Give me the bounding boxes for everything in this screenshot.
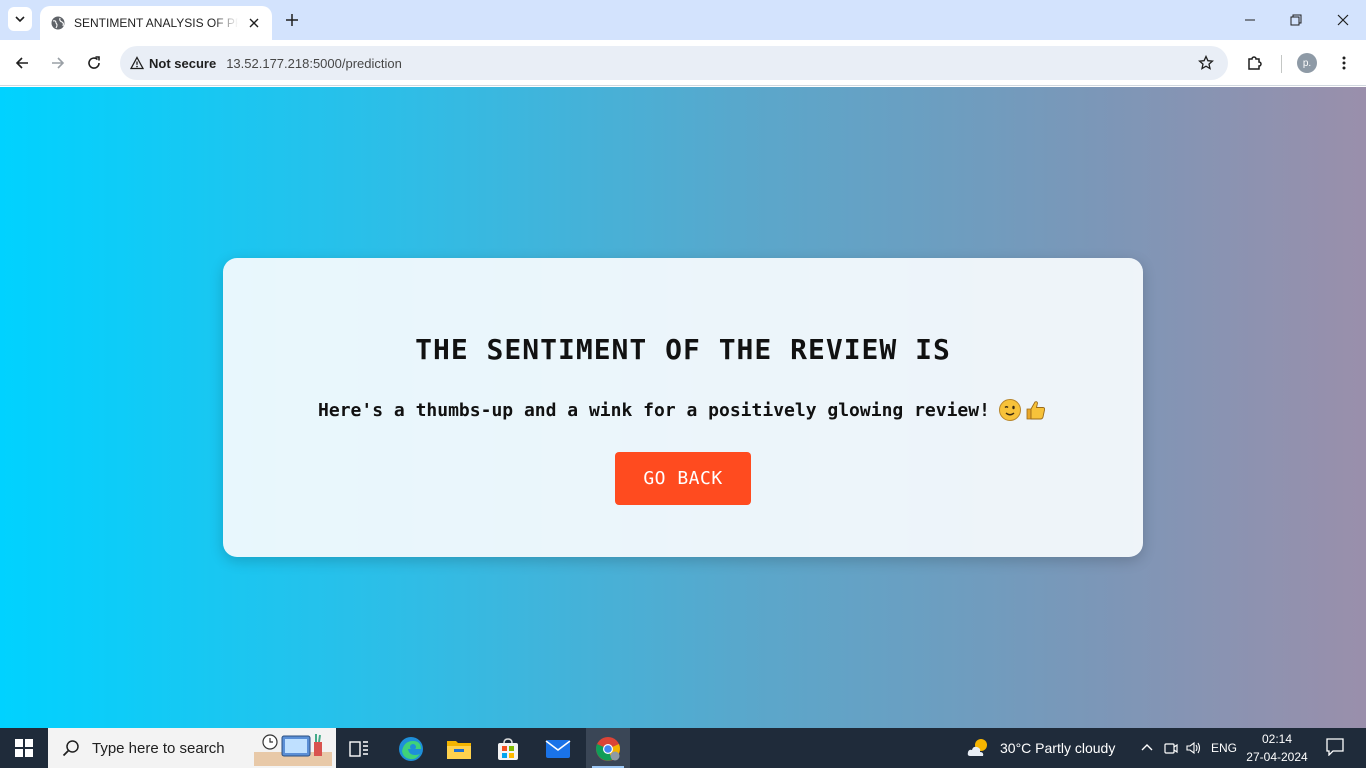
star-icon [1198,55,1214,70]
sentiment-result: Here's a thumbs-up and a wink for a posi… [318,398,1048,422]
windows-logo-icon [15,739,33,757]
result-text: Here's a thumbs-up and a wink for a posi… [318,399,990,421]
weather-text: 30°C Partly cloudy [1000,740,1116,756]
restore-icon [1290,14,1302,26]
go-back-button[interactable]: GO BACK [615,452,751,505]
globe-icon [50,15,66,31]
arrow-right-icon [52,57,65,69]
start-button[interactable] [0,728,48,768]
forward-button[interactable] [46,51,70,75]
taskbar-store[interactable] [488,732,528,766]
folder-icon [447,741,471,759]
wink-emoji-icon [998,398,1022,422]
notification-center-button[interactable] [1324,736,1346,758]
browser-menu-button[interactable] [1332,51,1356,75]
show-hidden-icons-button[interactable] [1136,728,1158,768]
taskbar-edge[interactable] [391,732,431,766]
tab-title: SENTIMENT ANALYSIS OF PRODUCT REVIEWS [74,16,238,30]
task-view-icon [349,741,368,757]
plus-icon [286,14,298,26]
page-title: THE SENTIMENT OF THE REVIEW IS [415,333,951,366]
extensions-button[interactable] [1243,51,1267,75]
taskbar-search-placeholder: Type here to search [92,739,225,757]
close-tab-icon[interactable] [246,15,262,31]
taskbar-clock[interactable]: 02:14 27-04-2024 [1246,730,1308,766]
address-bar[interactable]: Not secure 13.52.177.218:5000/prediction [120,46,1228,80]
notification-icon [1326,738,1344,756]
chrome-browser-icon [596,737,620,761]
mail-icon [545,740,571,758]
camera-icon [1164,743,1178,754]
toolbar-divider [1281,55,1282,73]
weather-widget[interactable]: 30°C Partly cloudy [966,728,1115,768]
warning-triangle-icon [130,56,144,70]
chevron-up-icon [1141,744,1153,751]
meet-now-button[interactable] [1160,728,1182,768]
edge-browser-icon [399,737,423,761]
volume-button[interactable] [1183,728,1205,768]
security-label: Not secure [149,55,217,71]
search-icon [62,740,79,757]
url-text[interactable]: 13.52.177.218:5000/prediction [226,56,402,71]
browser-tab[interactable]: SENTIMENT ANALYSIS OF PRODUCT REVIEWS [40,6,272,40]
clock-date: 27-04-2024 [1246,750,1308,764]
profile-avatar[interactable]: p. [1297,53,1317,73]
back-button[interactable] [10,51,34,75]
clock-time: 02:14 [1261,732,1293,746]
taskbar-chrome[interactable] [588,732,628,766]
tab-search-button[interactable] [8,7,32,31]
windows-taskbar: Type here to search 30°C Partly cloudy E… [0,728,1366,768]
partly-cloudy-icon [967,739,987,756]
result-card: THE SENTIMENT OF THE REVIEW IS Here's a … [223,258,1143,557]
page-background: THE SENTIMENT OF THE REVIEW IS Here's a … [0,87,1366,728]
task-view-button[interactable] [339,732,379,766]
close-icon [1337,14,1349,26]
browser-toolbar: Not secure 13.52.177.218:5000/prediction… [0,40,1366,86]
search-highlight-illustration-icon [254,734,332,766]
site-info-chip[interactable]: Not secure [130,50,224,76]
minimize-button[interactable] [1238,8,1262,32]
close-window-button[interactable] [1331,8,1355,32]
language-indicator[interactable]: ENG [1208,728,1240,768]
speaker-icon [1186,741,1201,755]
taskbar-search-box[interactable]: Type here to search [48,728,336,768]
tab-strip: SENTIMENT ANALYSIS OF PRODUCT REVIEWS [0,0,1366,40]
chevron-down-icon [15,16,25,23]
more-vertical-icon [1342,56,1346,70]
puzzle-icon [1248,56,1262,70]
reload-icon [88,56,100,69]
new-tab-button[interactable] [282,10,302,30]
arrow-left-icon [15,57,28,69]
bookmark-button[interactable] [1196,53,1216,73]
thumbs-up-emoji-icon [1024,398,1048,422]
taskbar-file-explorer[interactable] [439,732,479,766]
reload-button[interactable] [82,51,106,75]
taskbar-mail[interactable] [538,732,578,766]
store-bag-icon [498,738,518,760]
minimize-icon [1245,19,1255,21]
restore-button[interactable] [1284,8,1308,32]
